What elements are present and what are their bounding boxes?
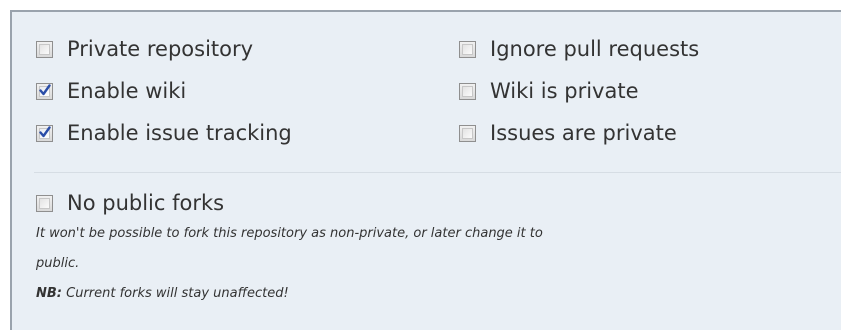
check-mark-icon: [39, 83, 51, 95]
wiki-is-private-label: Wiki is private: [490, 79, 639, 103]
repository-settings-panel: Private repository Ignore pull requests …: [10, 10, 841, 330]
no-public-forks-label: No public forks: [67, 191, 225, 215]
nb-label: NB:: [36, 286, 62, 301]
wiki-is-private-checkbox[interactable]: [459, 82, 476, 100]
private-repository-label: Private repository: [67, 37, 254, 61]
section-divider: [34, 172, 841, 173]
forks-help-line-1: It won't be possible to fork this reposi…: [36, 226, 543, 241]
issues-are-private-checkbox[interactable]: [459, 124, 476, 142]
ignore-pull-requests-label: Ignore pull requests: [490, 37, 700, 61]
ignore-pull-requests-option[interactable]: Ignore pull requests: [459, 36, 699, 62]
check-mark-icon: [39, 125, 51, 137]
issues-are-private-label: Issues are private: [490, 121, 677, 145]
no-public-forks-checkbox[interactable]: [36, 194, 53, 212]
no-public-forks-option[interactable]: No public forks: [36, 190, 224, 216]
enable-issue-tracking-option[interactable]: Enable issue tracking: [36, 120, 292, 146]
private-repository-option[interactable]: Private repository: [36, 36, 253, 62]
forks-help-line-2: public.: [36, 256, 80, 271]
ignore-pull-requests-checkbox[interactable]: [459, 40, 476, 58]
private-repository-checkbox[interactable]: [36, 40, 53, 58]
nb-text: Current forks will stay unaffected!: [62, 286, 289, 301]
enable-issue-tracking-label: Enable issue tracking: [67, 121, 292, 145]
forks-nb-note: NB: Current forks will stay unaffected!: [36, 286, 289, 301]
enable-wiki-checkbox[interactable]: [36, 82, 53, 100]
wiki-is-private-option[interactable]: Wiki is private: [459, 78, 639, 104]
enable-wiki-option[interactable]: Enable wiki: [36, 78, 186, 104]
enable-wiki-label: Enable wiki: [67, 79, 187, 103]
enable-issue-tracking-checkbox[interactable]: [36, 124, 53, 142]
issues-are-private-option[interactable]: Issues are private: [459, 120, 677, 146]
